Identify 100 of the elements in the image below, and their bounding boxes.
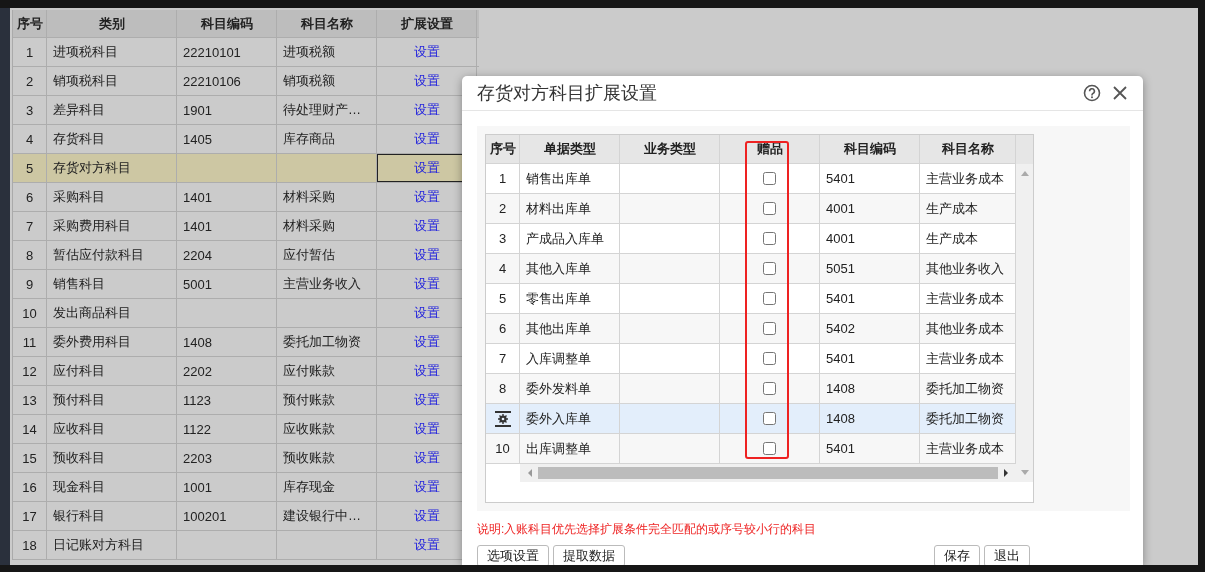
table-cell: 12	[13, 357, 47, 385]
table-cell: 1	[13, 38, 47, 66]
table-cell: 存货科目	[47, 125, 177, 153]
horizontal-scrollbar[interactable]	[520, 464, 1016, 482]
checkbox[interactable]	[763, 232, 776, 245]
table-cell: 17	[13, 502, 47, 530]
table-cell: 日记账对方科目	[47, 531, 177, 559]
table-row[interactable]: 10 出库调整单 5401 主营业务成本	[486, 434, 1016, 464]
table-cell: 2202	[177, 357, 277, 385]
table-cell: 进项税科目	[47, 38, 177, 66]
table-cell: 销项税额	[277, 67, 377, 95]
help-icon[interactable]	[1083, 84, 1101, 102]
settings-link[interactable]: 设置	[413, 275, 440, 293]
settings-link[interactable]: 设置	[413, 507, 440, 525]
table-row[interactable]: 2 材料出库单 4001 生产成本	[486, 194, 1016, 224]
scroll-right-icon[interactable]	[1002, 467, 1010, 479]
table-row[interactable]: 5 零售出库单 5401 主营业务成本	[486, 284, 1016, 314]
table-cell: 存货对方科目	[47, 154, 177, 182]
checkbox[interactable]	[763, 172, 776, 185]
table-cell: 6	[13, 183, 47, 211]
dialog-button[interactable]: 保存	[934, 545, 980, 565]
table-cell: 材料采购	[277, 183, 377, 211]
settings-link[interactable]: 设置	[413, 449, 440, 467]
checkbox[interactable]	[763, 202, 776, 215]
table-row[interactable]: 1 进项税科目 22210101 进项税额 设置	[13, 38, 479, 67]
column-header: 科目编码	[177, 10, 277, 37]
settings-link[interactable]: 设置	[413, 478, 440, 496]
table-cell: 22210101	[177, 38, 277, 66]
table-cell: 15	[13, 444, 47, 472]
table-cell: 销售科目	[47, 270, 177, 298]
settings-link[interactable]: 设置	[413, 391, 440, 409]
settings-link[interactable]: 设置	[413, 333, 440, 351]
checkbox[interactable]	[763, 322, 776, 335]
dialog-title: 存货对方科目扩展设置	[477, 82, 657, 105]
column-header: 扩展设置	[377, 10, 477, 37]
checkbox[interactable]	[763, 292, 776, 305]
table-cell: 10	[486, 434, 520, 464]
table-row[interactable]: 委外入库单 1408 委托加工物资	[486, 404, 1016, 434]
settings-link[interactable]: 设置	[413, 536, 440, 554]
table-cell: 3	[13, 96, 47, 124]
checkbox[interactable]	[763, 412, 776, 425]
settings-link[interactable]: 设置	[413, 130, 440, 148]
table-cell: 9	[13, 270, 47, 298]
checkbox[interactable]	[763, 442, 776, 455]
checkbox[interactable]	[763, 262, 776, 275]
note-text: 说明:入账科目优先选择扩展条件完全匹配的或序号较小行的科目	[477, 521, 818, 537]
table-cell: 2	[13, 67, 47, 95]
settings-link[interactable]: 设置	[413, 420, 440, 438]
close-icon[interactable]	[1111, 84, 1129, 102]
table-cell: 应付科目	[47, 357, 177, 385]
settings-link[interactable]: 设置	[413, 246, 440, 264]
table-cell: 委外费用科目	[47, 328, 177, 356]
table-row[interactable]: 4 其他入库单 5051 其他业务收入	[486, 254, 1016, 284]
scroll-left-icon[interactable]	[526, 467, 534, 479]
settings-link[interactable]: 设置	[413, 362, 440, 380]
table-cell: 预收账款	[277, 444, 377, 472]
table-cell: 7	[13, 212, 47, 240]
dialog-button[interactable]: 选项设置	[477, 545, 549, 565]
column-header: 类别	[47, 10, 177, 37]
table-row[interactable]: 7 入库调整单 5401 主营业务成本	[486, 344, 1016, 374]
settings-link[interactable]: 设置	[413, 188, 440, 206]
table-cell: 应收账款	[277, 415, 377, 443]
column-header: 序号	[13, 10, 47, 37]
table-cell: 预收科目	[47, 444, 177, 472]
table-cell: 8	[13, 241, 47, 269]
table-cell: 预付账款	[277, 386, 377, 414]
table-row[interactable]: 6 其他出库单 5402 其他业务成本	[486, 314, 1016, 344]
column-header: 科目名称	[277, 10, 377, 37]
table-cell: 2203	[177, 444, 277, 472]
table-cell: 1122	[177, 415, 277, 443]
table-cell: 14	[13, 415, 47, 443]
table-cell: 1901	[177, 96, 277, 124]
settings-link[interactable]: 设置	[413, 159, 440, 177]
table-cell: 1408	[177, 328, 277, 356]
table-cell: 采购费用科目	[47, 212, 177, 240]
table-cell: 100201	[177, 502, 277, 530]
settings-link[interactable]: 设置	[413, 43, 440, 61]
dialog-button[interactable]: 提取数据	[553, 545, 625, 565]
table-cell: 暂估应付款科目	[47, 241, 177, 269]
table-row[interactable]: 8 委外发料单 1408 委托加工物资	[486, 374, 1016, 404]
table-cell: 材料采购	[277, 212, 377, 240]
gear-icon[interactable]	[493, 409, 512, 428]
settings-link[interactable]: 设置	[413, 304, 440, 322]
settings-link[interactable]: 设置	[413, 72, 440, 90]
table-cell: 18	[13, 531, 47, 559]
table-cell: 发出商品科目	[47, 299, 177, 327]
settings-link[interactable]: 设置	[413, 217, 440, 235]
dialog-button[interactable]: 退出	[984, 545, 1030, 565]
settings-link[interactable]: 设置	[413, 101, 440, 119]
table-row[interactable]: 1 销售出库单 5401 主营业务成本	[486, 164, 1016, 194]
checkbox[interactable]	[763, 352, 776, 365]
table-cell: 预付科目	[47, 386, 177, 414]
checkbox[interactable]	[763, 382, 776, 395]
table-cell: 进项税额	[277, 38, 377, 66]
table-cell: 1123	[177, 386, 277, 414]
table-cell: 5001	[177, 270, 277, 298]
table-row[interactable]: 3 产成品入库单 4001 生产成本	[486, 224, 1016, 254]
table-cell: 5	[13, 154, 47, 182]
table-cell: 11	[13, 328, 47, 356]
table-cell: 1001	[177, 473, 277, 501]
